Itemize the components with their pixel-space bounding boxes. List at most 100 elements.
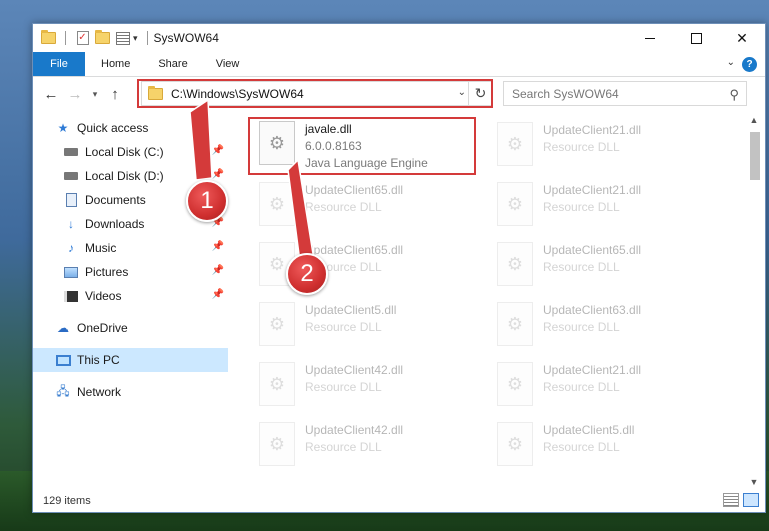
music-icon: ♪ — [68, 241, 74, 255]
vertical-scrollbar[interactable]: ▲ ▼ — [747, 112, 761, 490]
ribbon-tabs: File Home Share View ⌄ ? — [33, 52, 765, 77]
maximize-button[interactable] — [673, 24, 719, 52]
tab-file[interactable]: File — [33, 52, 85, 76]
cloud-icon: ☁ — [57, 321, 69, 335]
file-item[interactable]: ⚙ UpdateClient21.dll Resource DLL — [491, 118, 711, 170]
documents-icon — [63, 193, 79, 207]
sidebar-item-label: Music — [85, 241, 117, 255]
view-toggle — [723, 493, 759, 507]
tab-share[interactable]: Share — [144, 52, 201, 76]
forward-arrow-icon[interactable]: → — [65, 84, 85, 104]
sidebar-item-videos[interactable]: Videos 📌 — [33, 284, 228, 308]
search-icon: ⚲ — [729, 87, 739, 102]
file-name: UpdateClient42.dll — [305, 423, 404, 437]
sidebar-item-network[interactable]: 🖧 Network — [33, 380, 228, 404]
file-item[interactable]: ⚙ UpdateClient65.dll Resource DLL — [253, 178, 473, 230]
videos-icon — [63, 289, 79, 303]
recent-locations-dropdown[interactable]: ▾ — [89, 89, 101, 100]
help-icon[interactable]: ? — [742, 57, 757, 72]
pin-icon[interactable]: 📌 — [212, 169, 224, 180]
file-name: UpdateClient63.dll — [543, 303, 642, 317]
download-icon: ↓ — [68, 217, 74, 231]
file-type: Resource DLL — [543, 200, 620, 214]
sidebar-item-pictures[interactable]: Pictures 📌 — [33, 260, 228, 284]
scrollbar-thumb[interactable] — [750, 132, 760, 180]
sidebar-item-music[interactable]: ♪ Music 📌 — [33, 236, 228, 260]
sidebar-item-onedrive[interactable]: ☁ OneDrive — [33, 316, 228, 340]
file-name: UpdateClient42.dll — [305, 363, 404, 377]
dll-file-icon: ⚙ — [497, 422, 533, 466]
sidebar-item-label: Pictures — [85, 265, 129, 279]
dll-file-icon: ⚙ — [259, 182, 295, 226]
pin-icon[interactable]: 📌 — [212, 145, 224, 156]
file-item[interactable]: ⚙ UpdateClient42.dll Resource DLL — [253, 358, 473, 410]
file-item[interactable]: ⚙ UpdateClient5.dll Resource DLL — [253, 298, 473, 350]
folder-icon — [41, 30, 56, 46]
new-folder-icon[interactable] — [95, 30, 110, 46]
file-type: Resource DLL — [305, 320, 382, 334]
properties-icon[interactable] — [115, 31, 130, 46]
sidebar-item-label: OneDrive — [77, 321, 128, 335]
sidebar-item-label: Local Disk (C:) — [85, 145, 164, 159]
step-1-badge: 1 — [186, 180, 228, 222]
file-type: Resource DLL — [543, 440, 620, 454]
customize-toolbar-dropdown[interactable]: ▾ — [133, 33, 138, 44]
file-type: Resource DLL — [543, 380, 620, 394]
computer-icon — [55, 353, 71, 367]
dll-file-icon: ⚙ — [259, 422, 295, 466]
sidebar-item-label: Videos — [85, 289, 122, 303]
file-item[interactable]: ⚙ UpdateClient42.dll Resource DLL — [253, 418, 473, 470]
search-input[interactable]: Search SysWOW64 ⚲ — [503, 81, 747, 106]
file-name: UpdateClient21.dll — [543, 363, 642, 377]
window-title: SysWOW64 — [153, 31, 219, 45]
file-type: Resource DLL — [543, 260, 620, 274]
dll-file-icon: ⚙ — [497, 362, 533, 406]
minimize-button[interactable] — [627, 24, 673, 52]
scroll-down-icon[interactable]: ▼ — [747, 474, 761, 490]
file-item[interactable]: ⚙ UpdateClient65.dll Resource DLL — [491, 238, 711, 290]
sidebar-item-label: Downloads — [85, 217, 145, 231]
pin-icon[interactable]: 📌 — [212, 289, 224, 300]
scroll-up-icon[interactable]: ▲ — [747, 112, 761, 128]
file-item[interactable]: ⚙ UpdateClient21.dll Resource DLL — [491, 178, 711, 230]
back-arrow-icon[interactable]: ← — [41, 84, 61, 104]
dll-file-icon: ⚙ — [259, 302, 295, 346]
up-arrow-icon[interactable]: ↑ — [105, 84, 125, 104]
tab-home[interactable]: Home — [85, 52, 144, 76]
tab-view[interactable]: View — [202, 52, 254, 76]
file-type: Resource DLL — [543, 320, 620, 334]
item-count: 129 items — [43, 495, 91, 507]
star-icon: ★ — [57, 121, 69, 135]
sidebar-item-local-disk-c[interactable]: Local Disk (C:) 📌 — [33, 140, 228, 164]
file-type: Resource DLL — [305, 200, 382, 214]
properties-check-icon[interactable]: ✓ — [75, 31, 90, 46]
pin-icon[interactable]: 📌 — [212, 241, 224, 252]
pictures-icon — [63, 265, 79, 279]
divider — [65, 31, 66, 45]
dll-file-icon: ⚙ — [259, 362, 295, 406]
file-name: UpdateClient5.dll — [543, 423, 635, 437]
divider — [146, 31, 148, 45]
status-bar: 129 items — [33, 490, 765, 512]
dll-file-icon: ⚙ — [497, 242, 533, 286]
file-item[interactable]: ⚙ UpdateClient63.dll Resource DLL — [491, 298, 711, 350]
file-item[interactable]: ⚙ UpdateClient65.dll Resource DLL — [253, 238, 473, 290]
dll-file-icon: ⚙ — [497, 122, 533, 166]
large-icons-view-icon[interactable] — [743, 493, 759, 507]
file-item[interactable]: ⚙ UpdateClient5.dll Resource DLL — [491, 418, 711, 470]
file-item[interactable]: ⚙ UpdateClient21.dll Resource DLL — [491, 358, 711, 410]
navigation-pane: ★ Quick access Local Disk (C:) 📌 Local D… — [33, 116, 228, 490]
drive-icon — [63, 145, 79, 159]
file-type: Resource DLL — [543, 140, 620, 154]
pin-icon[interactable]: 📌 — [212, 265, 224, 276]
sidebar-item-this-pc[interactable]: This PC — [33, 348, 228, 372]
details-view-icon[interactable] — [723, 493, 739, 507]
window-controls: ✕ — [627, 24, 765, 52]
file-type: Resource DLL — [305, 380, 382, 394]
file-name: UpdateClient65.dll — [305, 183, 404, 197]
close-button[interactable]: ✕ — [719, 24, 765, 52]
file-highlight — [248, 117, 476, 175]
sidebar-item-quick-access[interactable]: ★ Quick access — [33, 116, 228, 140]
expand-ribbon-icon[interactable]: ⌄ — [727, 57, 735, 68]
file-name: UpdateClient5.dll — [305, 303, 397, 317]
